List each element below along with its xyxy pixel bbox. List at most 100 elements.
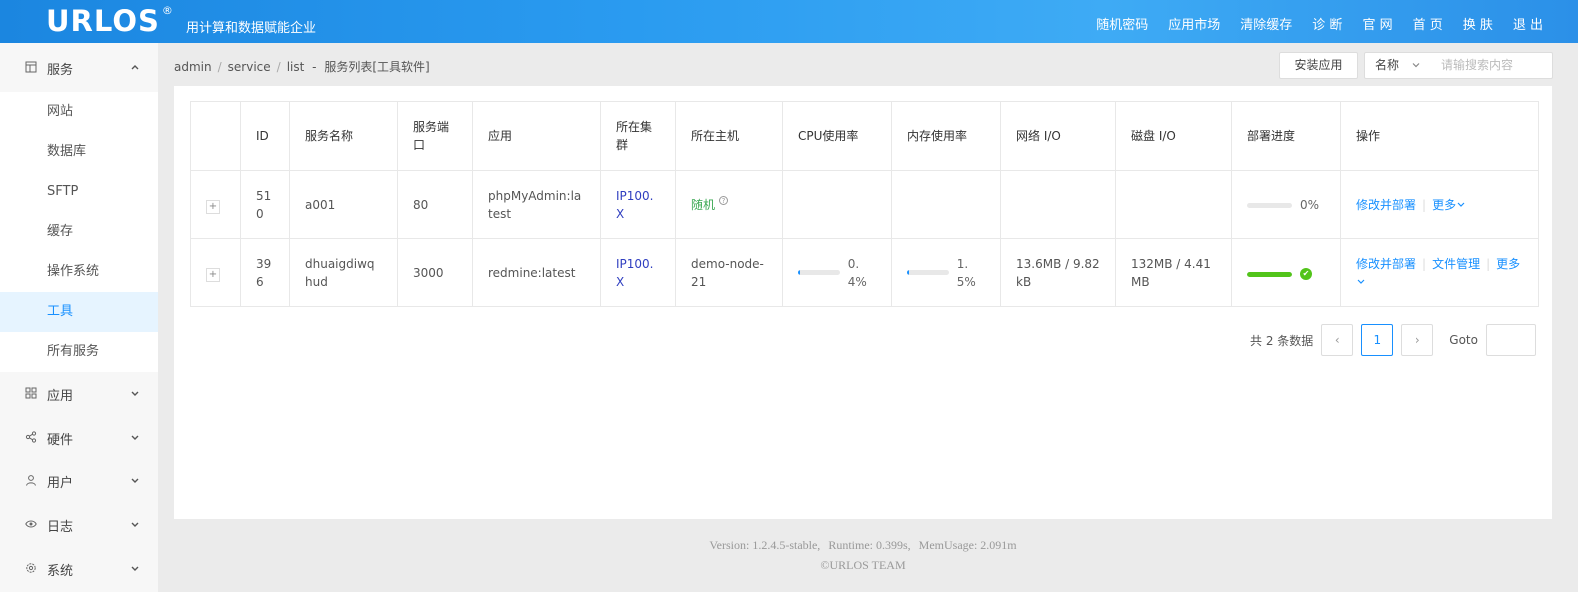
page-button-1[interactable]: 1	[1361, 324, 1394, 356]
nav-home[interactable]: 首 页	[1413, 14, 1443, 33]
cell-cluster[interactable]: IP100.X	[616, 189, 654, 221]
services-table: ID 服务名称 服务端口 应用 所在集群 所在主机 CPU使用率 内存使用率 网…	[190, 101, 1539, 307]
search-field-select[interactable]: 名称	[1364, 52, 1432, 79]
cell-service-name: dhuaigdiwqhud	[289, 238, 398, 307]
urlos-logo[interactable]: URLOS ®	[46, 4, 174, 38]
edit-deploy-link[interactable]: 修改并部署	[1356, 198, 1416, 212]
breadcrumb-service[interactable]: service	[228, 60, 271, 74]
user-icon	[24, 474, 38, 489]
breadcrumb-list[interactable]: list	[287, 60, 305, 74]
cell-port: 3000	[397, 238, 473, 307]
cell-cpu	[782, 170, 892, 239]
sidebar-group-hardware[interactable]: 硬件	[0, 416, 158, 460]
edit-deploy-link[interactable]: 修改并部署	[1356, 257, 1416, 271]
nav-skin[interactable]: 换 肤	[1463, 14, 1493, 33]
sidebar: 服务 网站 数据库 SFTP 缓存 操作系统 工具 所有服务 应用 硬件 用户	[0, 43, 158, 592]
col-service-name: 服务名称	[289, 101, 398, 171]
cell-net: 13.6MB / 9.82 kB	[1000, 238, 1116, 307]
sidebar-group-apps[interactable]: 应用	[0, 372, 158, 416]
cell-host: 随机	[691, 197, 716, 212]
breadcrumb: admin / service / list - 服务列表[工具软件]	[174, 60, 430, 74]
breadcrumb-current: 服务列表[工具软件]	[324, 60, 430, 74]
col-deploy: 部署进度	[1231, 101, 1341, 171]
cpu-usage-bar	[798, 270, 840, 275]
expand-row-button[interactable]: +	[206, 199, 220, 214]
pagination: 共 2 条数据 ‹ 1 › Goto	[1250, 324, 1536, 356]
footer-runtime: Runtime: 0.399s,	[828, 538, 911, 552]
mem-percent: 1.5%	[956, 256, 976, 289]
nav-random-password[interactable]: 随机密码	[1096, 14, 1148, 33]
sidebar-group-label: 系统	[47, 563, 74, 579]
breadcrumb-dash: -	[312, 60, 317, 74]
deploy-progress: 0%	[1247, 196, 1319, 214]
footer: Version: 1.2.4.5-stable, Runtime: 0.399s,…	[158, 535, 1568, 575]
cell-id: 396	[240, 238, 290, 307]
nav-official-site[interactable]: 官 网	[1362, 14, 1392, 33]
sidebar-item-tools[interactable]: 工具	[0, 292, 158, 332]
nav-logout[interactable]: 退 出	[1513, 14, 1543, 33]
sidebar-group-logs[interactable]: 日志	[0, 503, 158, 547]
deploy-percent: 0%	[1300, 198, 1320, 213]
search-input[interactable]: 请输搜索内容	[1431, 52, 1553, 79]
apps-icon	[24, 387, 38, 402]
chevron-down-icon	[1411, 53, 1421, 88]
footer-memusage: MemUsage: 2.091m	[918, 538, 1017, 552]
help-icon[interactable]: ?	[719, 195, 729, 205]
chevron-down-icon	[1456, 198, 1466, 212]
mem-usage-fill	[907, 270, 909, 275]
goto-label: Goto	[1449, 333, 1478, 347]
sidebar-item-sftp[interactable]: SFTP	[0, 172, 158, 212]
search-field-value: 名称	[1375, 58, 1400, 72]
sidebar-item-cache[interactable]: 缓存	[0, 212, 158, 252]
sidebar-group-system[interactable]: 系统	[0, 547, 158, 591]
goto-page-input[interactable]	[1485, 324, 1536, 356]
chevron-down-icon	[130, 475, 140, 488]
breadcrumb-admin[interactable]: admin	[174, 60, 212, 74]
expand-row-button[interactable]: +	[206, 267, 220, 282]
tagline: 用计算和数据赋能企业	[186, 21, 317, 36]
sidebar-group-label: 应用	[47, 388, 74, 404]
nav-diagnose[interactable]: 诊 断	[1312, 14, 1342, 33]
chevron-down-icon	[130, 563, 140, 576]
more-dropdown[interactable]: 更多	[1432, 198, 1466, 212]
file-manage-link[interactable]: 文件管理	[1432, 257, 1480, 271]
grid-box-icon	[24, 61, 38, 76]
cell-mem	[891, 170, 1001, 239]
next-page-button[interactable]: ›	[1401, 324, 1434, 356]
chevron-up-icon	[130, 62, 140, 75]
sidebar-item-os[interactable]: 操作系统	[0, 252, 158, 292]
sidebar-item-website[interactable]: 网站	[0, 92, 158, 132]
cell-net	[1000, 170, 1116, 239]
content-panel: ID 服务名称 服务端口 应用 所在集群 所在主机 CPU使用率 内存使用率 网…	[174, 86, 1552, 519]
install-app-button[interactable]: 安装应用	[1279, 52, 1358, 79]
total-count: 共 2 条数据	[1250, 333, 1314, 348]
sidebar-item-database[interactable]: 数据库	[0, 132, 158, 172]
mem-usage-bar	[907, 270, 949, 275]
share-nodes-icon	[24, 430, 38, 446]
col-host: 所在主机	[675, 101, 783, 171]
sidebar-group-service[interactable]: 服务	[0, 46, 158, 90]
success-check-icon: ✔	[1300, 268, 1312, 280]
chevron-down-icon	[130, 519, 140, 532]
sidebar-group-users[interactable]: 用户	[0, 459, 158, 503]
nav-clear-cache[interactable]: 清除缓存	[1240, 14, 1292, 33]
prev-page-button[interactable]: ‹	[1321, 324, 1354, 356]
sidebar-group-label: 日志	[47, 519, 74, 535]
col-cpu: CPU使用率	[782, 101, 892, 171]
chevron-down-icon	[1356, 275, 1366, 289]
table-row: + 396 dhuaigdiwqhud 3000 redmine:latest …	[190, 238, 1539, 307]
nav-app-market[interactable]: 应用市场	[1168, 14, 1220, 33]
cpu-percent: 0.4%	[847, 256, 867, 289]
footer-version: Version: 1.2.4.5-stable,	[709, 538, 821, 552]
footer-team: ©URLOS TEAM	[820, 558, 906, 572]
sidebar-group-label: 用户	[47, 475, 74, 491]
top-header: URLOS ® 用计算和数据赋能企业 随机密码 应用市场 清除缓存 诊 断 官 网…	[0, 0, 1578, 43]
sidebar-item-all-services[interactable]: 所有服务	[0, 332, 158, 372]
sidebar-subnav-service: 网站 数据库 SFTP 缓存 操作系统 工具 所有服务	[0, 92, 158, 372]
cell-host: demo-node-21	[675, 238, 783, 307]
cpu-usage-fill	[798, 270, 800, 275]
cell-cluster[interactable]: IP100.X	[616, 257, 654, 289]
col-app: 应用	[472, 101, 601, 171]
cell-app: phpMyAdmin:latest	[472, 170, 601, 239]
gear-icon	[24, 562, 38, 577]
